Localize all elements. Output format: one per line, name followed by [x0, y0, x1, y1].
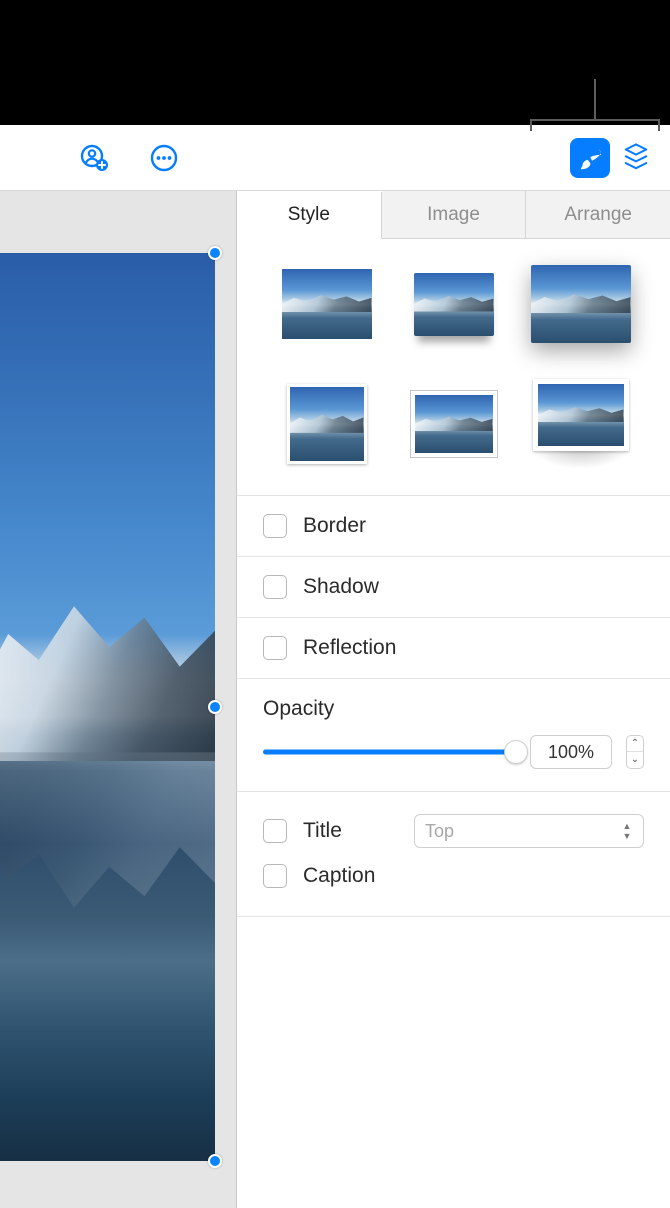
- opacity-label: Opacity: [263, 697, 644, 721]
- canvas[interactable]: [0, 191, 237, 1208]
- format-inspector-button[interactable]: [570, 138, 610, 178]
- opacity-stepper-down[interactable]: ⌄: [627, 752, 643, 768]
- shadow-label: Shadow: [303, 575, 379, 599]
- title-caption-section: Title Top ▲▼ Caption: [237, 792, 670, 917]
- collaborate-icon: [78, 142, 110, 174]
- tab-style[interactable]: Style: [237, 192, 382, 239]
- title-position-select[interactable]: Top ▲▼: [414, 814, 644, 848]
- style-preset-4[interactable]: [287, 384, 367, 464]
- title-bar-blackout: [0, 0, 670, 125]
- opacity-slider[interactable]: [263, 739, 516, 765]
- opacity-slider-thumb[interactable]: [504, 740, 528, 764]
- style-preset-6[interactable]: [529, 379, 633, 469]
- more-button[interactable]: [144, 138, 184, 178]
- callout-bracket: [530, 119, 660, 133]
- style-preset-2[interactable]: [414, 273, 494, 336]
- title-position-value: Top: [425, 821, 454, 842]
- style-presets: [237, 239, 670, 495]
- collaborate-button[interactable]: [74, 138, 114, 178]
- toolbar: [0, 125, 670, 190]
- style-preset-5[interactable]: [410, 390, 498, 458]
- title-checkbox[interactable]: [263, 819, 287, 843]
- tab-image[interactable]: Image: [382, 191, 527, 238]
- caption-label: Caption: [303, 864, 397, 888]
- reflection-checkbox[interactable]: [263, 636, 287, 660]
- format-brush-icon: [575, 143, 605, 173]
- format-inspector: Style Image Arrange Border Shadow: [237, 191, 670, 1208]
- border-label: Border: [303, 514, 366, 538]
- tab-arrange[interactable]: Arrange: [526, 191, 670, 238]
- document-icon: [619, 141, 653, 175]
- style-preset-3[interactable]: [531, 265, 631, 343]
- shadow-row[interactable]: Shadow: [237, 557, 670, 618]
- title-label: Title: [303, 819, 397, 843]
- opacity-value-field[interactable]: 100%: [530, 735, 612, 769]
- reflection-row[interactable]: Reflection: [237, 618, 670, 679]
- selected-image[interactable]: [0, 253, 215, 1161]
- style-preset-1[interactable]: [282, 269, 372, 339]
- border-checkbox[interactable]: [263, 514, 287, 538]
- callout-stem: [594, 79, 596, 119]
- inspector-tabs: Style Image Arrange: [237, 191, 670, 239]
- document-inspector-button[interactable]: [616, 138, 656, 178]
- opacity-section: Opacity 100% ⌃ ⌄: [237, 679, 670, 792]
- selection-handle-top[interactable]: [208, 246, 222, 260]
- opacity-stepper-up[interactable]: ⌃: [627, 736, 643, 752]
- opacity-stepper[interactable]: ⌃ ⌄: [626, 735, 644, 769]
- selection-handle-middle[interactable]: [208, 700, 222, 714]
- shadow-checkbox[interactable]: [263, 575, 287, 599]
- chevron-updown-icon: ▲▼: [617, 822, 637, 841]
- more-icon: [148, 142, 180, 174]
- caption-checkbox[interactable]: [263, 864, 287, 888]
- border-row[interactable]: Border: [237, 496, 670, 557]
- selection-handle-bottom[interactable]: [208, 1154, 222, 1168]
- reflection-label: Reflection: [303, 636, 396, 660]
